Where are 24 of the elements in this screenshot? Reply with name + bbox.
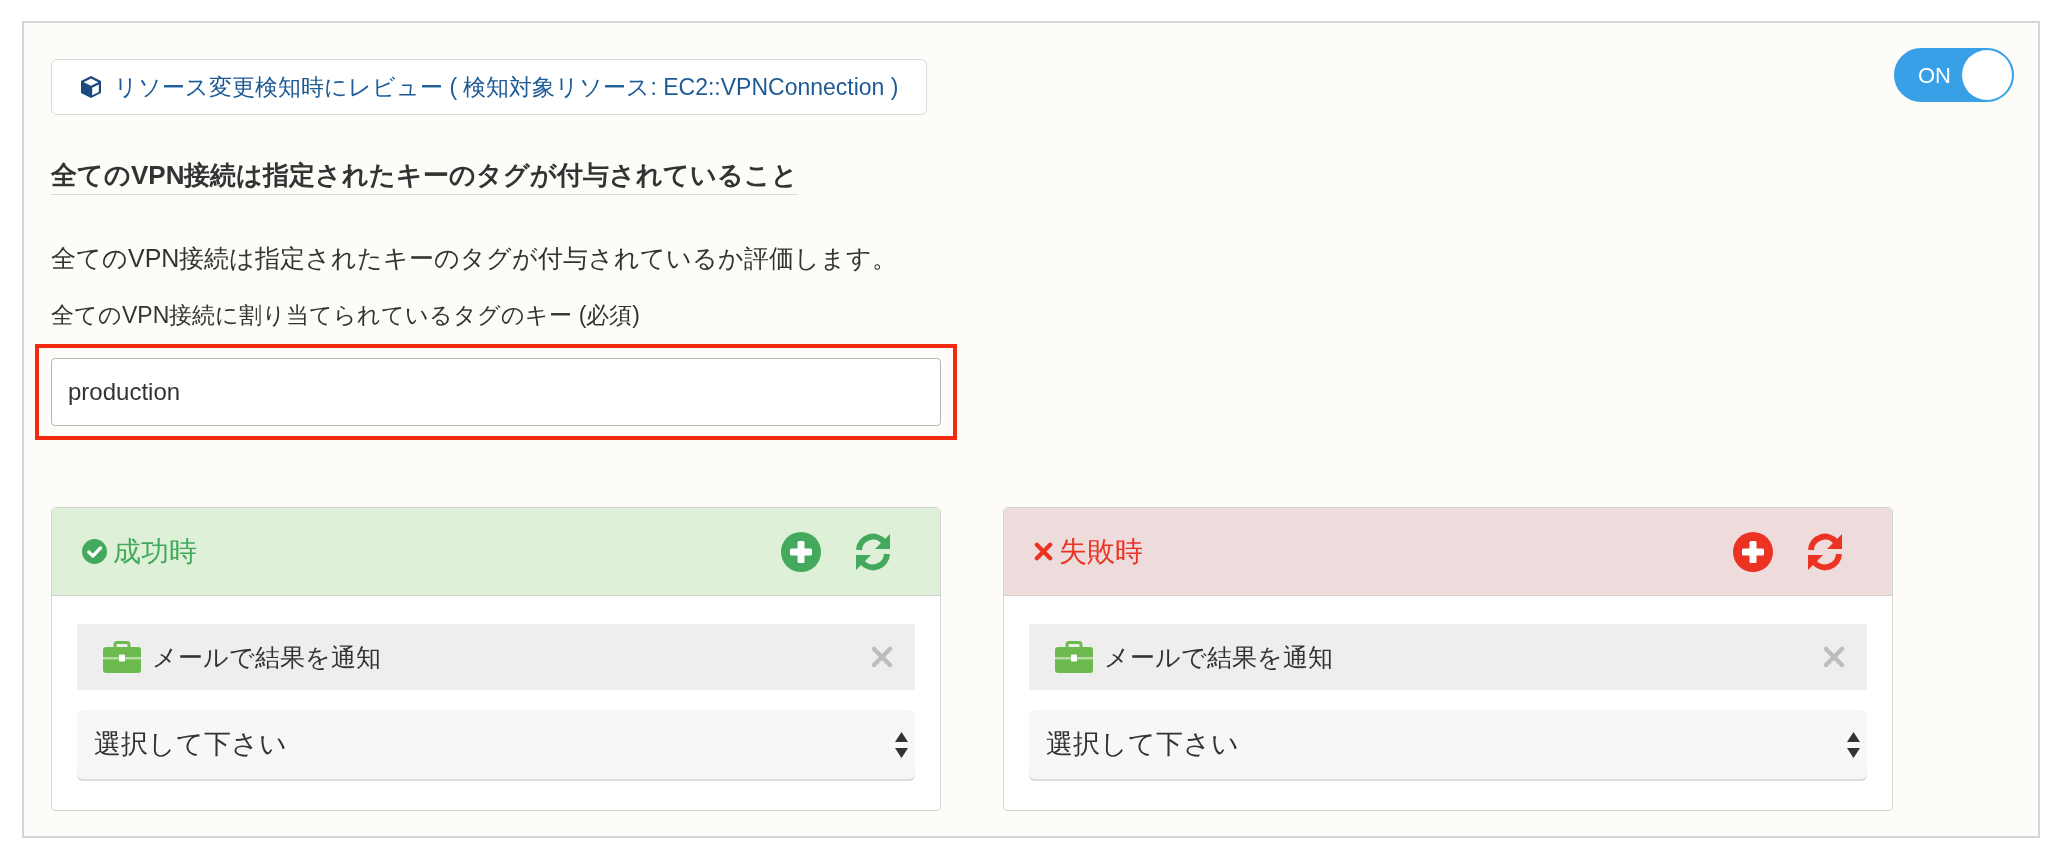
cube-icon [80,76,102,98]
rule-description: 全てのVPN接続は指定されたキーのタグが付与されているか評価します。 [51,243,899,274]
action-label: メールで結果を通知 [152,642,381,672]
sort-icon [1847,731,1860,758]
trigger-text: リソース変更検知時にレビュー ( 検知対象リソース: EC2::VPNConnection ) [114,72,899,102]
rule-title: 全てのVPN接続は指定されたキーのタグが付与されていること [51,158,799,195]
briefcase-icon [1055,641,1093,673]
sort-icon [895,731,908,758]
briefcase-icon [103,641,141,673]
close-icon[interactable] [1823,646,1845,668]
action-label: メールで結果を通知 [1104,642,1333,672]
cross-icon [1034,542,1053,561]
close-icon[interactable] [871,646,893,668]
panel-title: 失敗時 [1059,534,1143,569]
check-circle-icon [82,539,107,564]
plus-circle-icon[interactable] [1733,531,1773,572]
refresh-icon[interactable] [853,531,893,572]
tag-key-input[interactable]: production [51,358,941,426]
select-field[interactable]: 選択して下さい [1029,710,1867,779]
field-label: 全てのVPN接続に割り当てられているタグのキー (必須) [51,301,641,330]
select-field[interactable]: 選択して下さい [77,710,915,779]
plus-circle-icon[interactable] [781,531,821,572]
refresh-icon[interactable] [1805,531,1845,572]
panel-title: 成功時 [113,534,197,569]
